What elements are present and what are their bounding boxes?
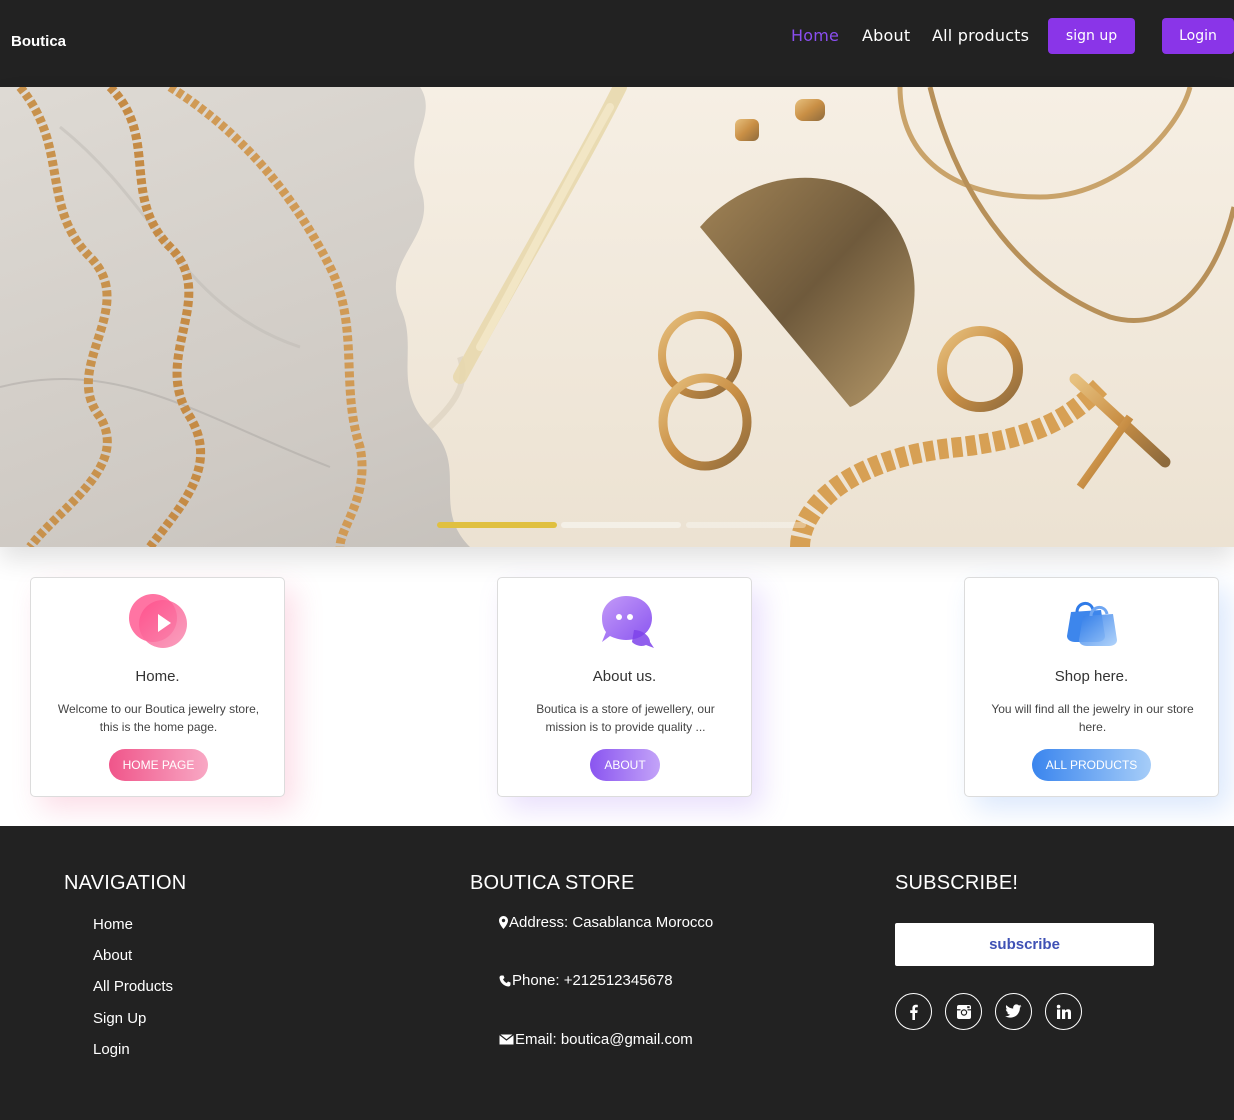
footer-link-sign-up[interactable]: Sign Up bbox=[93, 1010, 146, 1027]
card-about-text: Boutica is a store of jewellery, our mis… bbox=[536, 702, 715, 734]
facebook-button[interactable] bbox=[895, 993, 932, 1030]
brand-logo[interactable]: Boutica bbox=[11, 33, 66, 50]
all-products-button[interactable]: ALL PRODUCTS bbox=[1032, 749, 1151, 781]
card-shop-text: You will find all the jewelry in our sto… bbox=[991, 702, 1194, 734]
facebook-icon bbox=[909, 1004, 918, 1020]
card-home-title: Home. bbox=[135, 668, 180, 685]
linkedin-icon bbox=[1056, 1004, 1071, 1019]
nav-link-about[interactable]: About bbox=[862, 26, 910, 45]
card-about-title: About us. bbox=[592, 668, 657, 685]
footer-store-heading: BOUTICA STORE bbox=[470, 872, 635, 894]
nav-link-home[interactable]: Home bbox=[791, 26, 839, 45]
twitter-button[interactable] bbox=[995, 993, 1032, 1030]
card-home-text: Welcome to our Boutica jewelry store, th… bbox=[57, 702, 260, 734]
footer-link-home[interactable]: Home bbox=[93, 916, 133, 933]
shopping-bag-icon bbox=[1067, 602, 1117, 646]
instagram-icon bbox=[956, 1004, 971, 1019]
card-shop: Shop here. You will find all the jewelry… bbox=[964, 577, 1219, 797]
about-button[interactable]: ABOUT bbox=[590, 749, 660, 781]
footer-email: Email: boutica@gmail.com bbox=[499, 1031, 693, 1048]
footer-navigation-heading: NAVIGATION bbox=[64, 872, 187, 894]
card-about: About us. Boutica is a store of jeweller… bbox=[497, 577, 752, 797]
card-home: Home. Welcome to our Boutica jewelry sto… bbox=[30, 577, 285, 797]
footer-link-about[interactable]: About bbox=[93, 947, 132, 964]
carousel-indicator-2[interactable] bbox=[561, 522, 681, 528]
carousel-indicator-1[interactable] bbox=[437, 522, 557, 528]
footer-phone: Phone: +212512345678 bbox=[499, 972, 673, 989]
login-button[interactable]: Login bbox=[1162, 18, 1234, 54]
footer-subscribe-heading: SUBSCRIBE! bbox=[895, 872, 1019, 894]
map-marker-icon bbox=[499, 916, 508, 929]
twitter-icon bbox=[1005, 1004, 1022, 1018]
footer-email-text[interactable]: Email: boutica@gmail.com bbox=[515, 1031, 693, 1048]
footer-link-all-products[interactable]: All Products bbox=[93, 978, 173, 995]
home-page-button[interactable]: HOME PAGE bbox=[109, 749, 208, 781]
play-icon bbox=[129, 594, 187, 648]
card-shop-title: Shop here. bbox=[1054, 668, 1129, 685]
envelope-icon bbox=[499, 1034, 514, 1045]
navbar: Boutica Home About All products sign up … bbox=[0, 0, 1234, 87]
footer-phone-text: Phone: +212512345678 bbox=[512, 972, 673, 989]
subscribe-button[interactable]: subscribe bbox=[895, 923, 1154, 966]
footer: NAVIGATION Home About All Products Sign … bbox=[0, 826, 1234, 1120]
linkedin-button[interactable] bbox=[1045, 993, 1082, 1030]
chat-icon bbox=[602, 596, 654, 648]
signup-button[interactable]: sign up bbox=[1048, 18, 1135, 54]
instagram-button[interactable] bbox=[945, 993, 982, 1030]
hero-image bbox=[0, 87, 1234, 547]
footer-address: Address: Casablanca Morocco bbox=[499, 914, 713, 931]
carousel-indicator-3[interactable] bbox=[686, 522, 806, 528]
nav-link-all-products[interactable]: All products bbox=[932, 26, 1029, 45]
phone-icon bbox=[499, 975, 511, 986]
footer-address-text: Address: Casablanca Morocco bbox=[509, 914, 714, 931]
footer-link-login[interactable]: Login bbox=[93, 1041, 130, 1058]
hero-carousel[interactable] bbox=[0, 87, 1234, 547]
